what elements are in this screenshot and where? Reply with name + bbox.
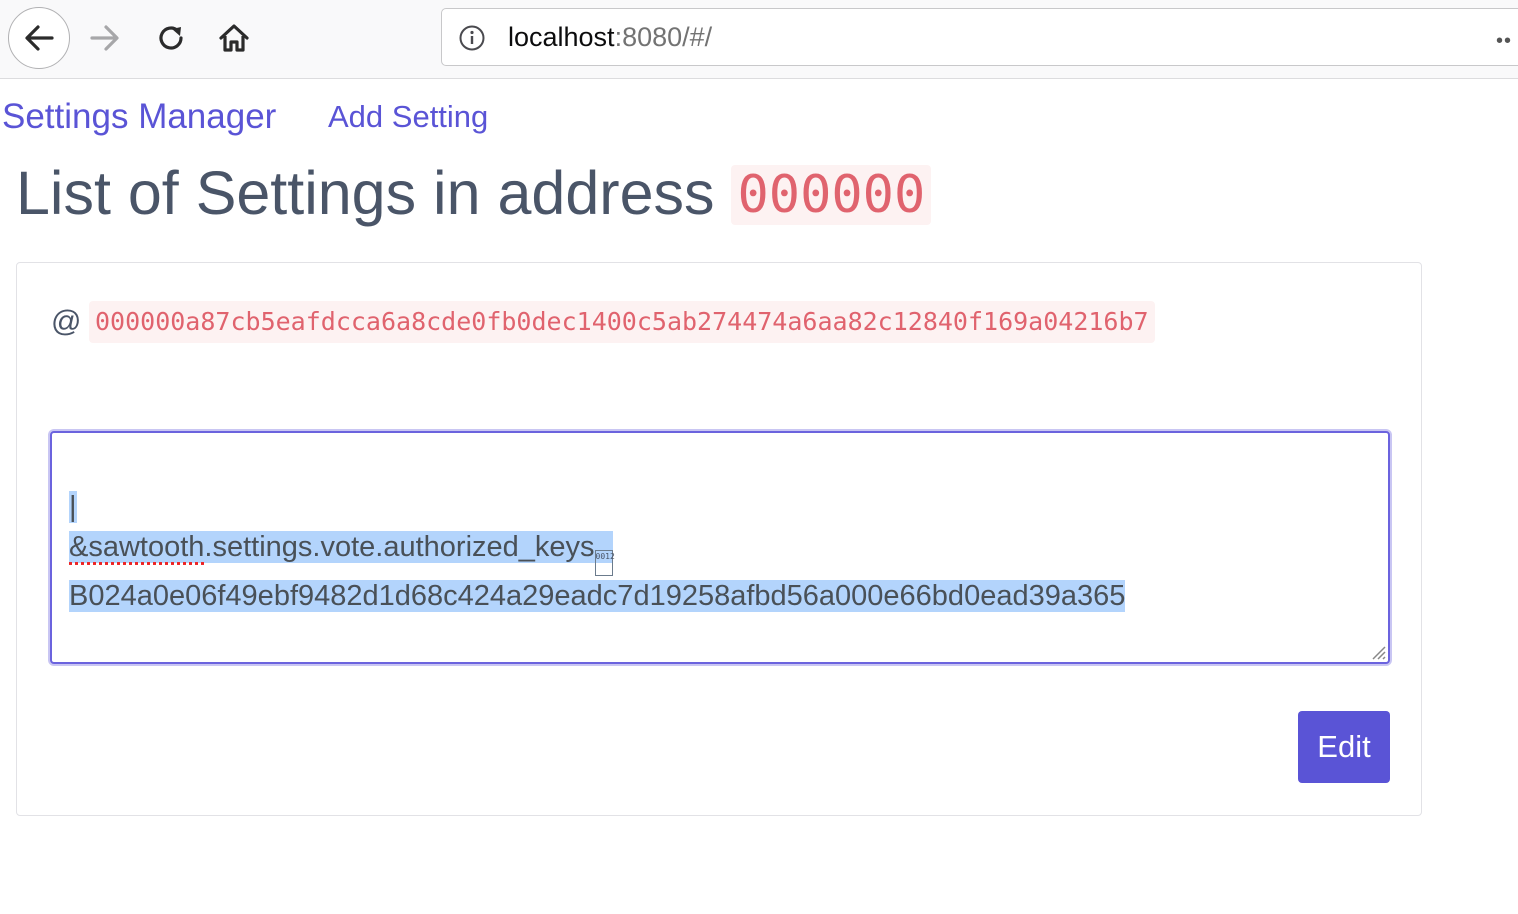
info-icon[interactable] [458, 24, 486, 52]
address-prefix-code: 000000 [731, 165, 932, 225]
brand-link[interactable]: Settings Manager [2, 97, 276, 137]
resize-grip-icon[interactable] [1368, 642, 1386, 660]
spellcheck-word: &sawtooth [69, 531, 205, 563]
page-title: List of Settings in address 000000 [16, 153, 932, 235]
url-bar[interactable]: localhost:8080/#/ [441, 8, 1518, 66]
forward-arrow-icon [90, 25, 119, 51]
control-char-glyph: 0012 [594, 550, 615, 576]
home-icon [219, 24, 249, 52]
add-setting-link[interactable]: Add Setting [328, 99, 488, 135]
url-path: :8080/#/ [614, 22, 713, 52]
reload-button[interactable] [140, 7, 202, 69]
forward-button[interactable] [74, 7, 136, 69]
setting-value-textarea[interactable]: | &sawtooth.settings.vote.authorized_key… [50, 431, 1390, 664]
url-text: localhost:8080/#/ [508, 23, 712, 51]
at-symbol: @ [51, 305, 82, 338]
overflow-icon[interactable]: •• [1496, 30, 1512, 53]
home-button[interactable] [203, 7, 265, 69]
setting-card: @ 000000a87cb5eafdcca6a8cde0fb0dec1400c5… [16, 262, 1422, 816]
reload-icon [159, 26, 183, 50]
browser-toolbar: localhost:8080/#/ •• [0, 0, 1518, 79]
back-button[interactable] [8, 7, 70, 69]
state-address: 000000a87cb5eafdcca6a8cde0fb0dec1400c5ab… [89, 301, 1155, 343]
setting-text[interactable]: | &sawtooth.settings.vote.authorized_key… [69, 487, 1126, 616]
back-arrow-icon [25, 25, 54, 51]
setting-line-1: | [69, 491, 77, 523]
url-host: localhost [508, 22, 615, 52]
setting-line-3: B024a0e06f49ebf9482d1d68c424a29eadc7d192… [69, 580, 1126, 612]
page-title-text: List of Settings in address [16, 159, 715, 227]
edit-button[interactable]: Edit [1298, 711, 1390, 783]
setting-line-2: &sawtooth.settings.vote.authorized_keys0… [69, 527, 1125, 576]
